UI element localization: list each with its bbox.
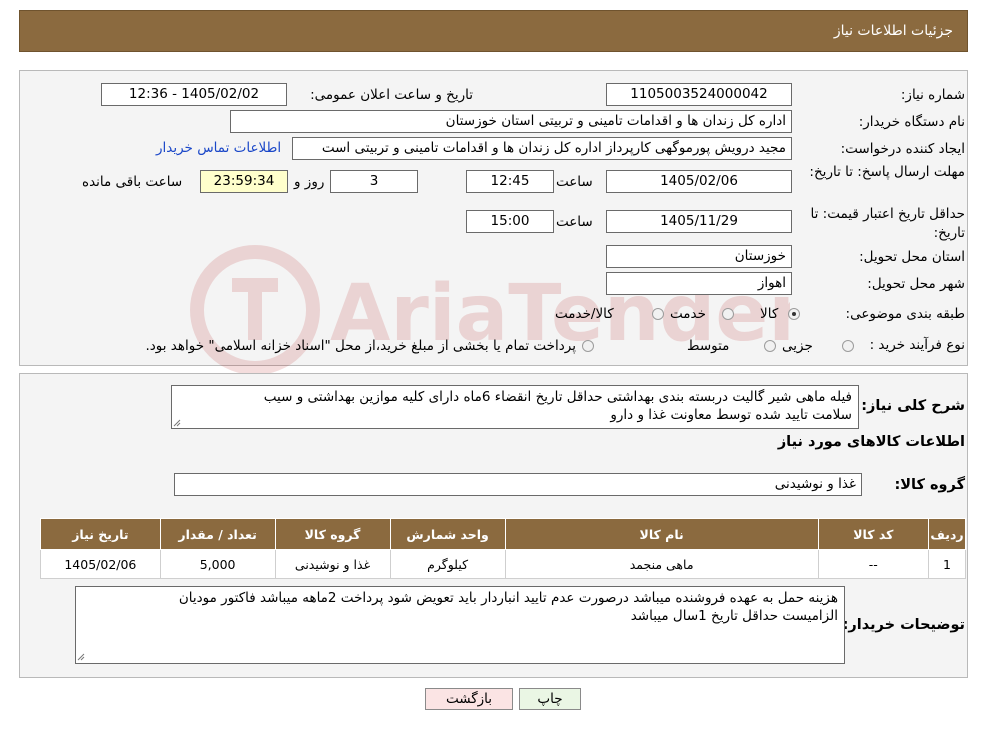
purchase-type-radio-minor[interactable] (842, 340, 854, 352)
col-unit: واحد شمارش (389, 518, 506, 550)
purchase-type-label: نوع فرآیند خرید : (869, 337, 965, 353)
price-validity-time-field: 15:00 (466, 210, 554, 233)
requester-field: مجید درویش پورموگهی کارپرداز اداره کل زن… (292, 137, 792, 160)
cell-group: غذا و نوشیدنی (274, 549, 391, 579)
description-line-1: فیله ماهی شیر گالیت دربسته بندی بهداشتی … (263, 389, 852, 405)
col-name: نام کالا (504, 518, 819, 550)
items-table: ردیف کد کالا نام کالا واحد شمارش گروه کا… (40, 518, 966, 579)
buyer-org-label: نام دستگاه خریدار: (858, 114, 965, 130)
items-section-title: اطلاعات کالاهای مورد نیاز (777, 434, 965, 450)
category-radio-goods-service[interactable] (652, 308, 664, 320)
description-label: شرح کلی نیاز: (861, 398, 965, 414)
col-row: ردیف (928, 518, 966, 550)
need-number-field: 1105003524000042 (606, 83, 792, 106)
buyer-contact-link[interactable]: اطلاعات تماس خریدار (156, 140, 281, 156)
category-option-service: خدمت (670, 306, 706, 322)
announce-datetime-field: 1405/02/02 - 12:36 (101, 83, 287, 106)
cell-row: 1 (928, 549, 966, 579)
item-group-label: گروه کالا: (894, 477, 965, 493)
buyer-notes-line-1: هزینه حمل به عهده فروشنده میباشد درصورت … (178, 590, 838, 606)
remaining-days-field: 3 (330, 170, 418, 193)
price-validity-time-label: ساعت (556, 214, 593, 230)
purchase-type-radio-medium[interactable] (764, 340, 776, 352)
purchase-type-option-minor: جزیی (782, 338, 813, 354)
category-radio-service[interactable] (722, 308, 734, 320)
resize-grip-icon[interactable] (173, 419, 181, 427)
description-line-2: سلامت تایید شده توسط معاونت غذا و دارو (610, 407, 852, 423)
delivery-city-label: شهر محل تحویل: (867, 276, 965, 292)
cell-unit: کیلوگرم (389, 549, 506, 579)
announce-datetime-label: تاریخ و ساعت اعلان عمومی: (310, 87, 473, 103)
requester-label: ایجاد کننده درخواست: (840, 141, 965, 157)
back-button[interactable]: بازگشت (425, 688, 513, 710)
price-validity-date-field: 1405/11/29 (606, 210, 792, 233)
need-number-label: شماره نیاز: (900, 87, 965, 103)
category-label: طبقه بندی موضوعی: (845, 306, 965, 322)
reply-deadline-time-field: 12:45 (466, 170, 554, 193)
reply-deadline-label: مهلت ارسال پاسخ: تا تاریخ: (809, 164, 965, 180)
remaining-time-field: 23:59:34 (200, 170, 288, 193)
buyer-notes-line-2: الزامیست حداقل تاریخ 1سال میباشد (630, 608, 838, 624)
remaining-days-label: روز و (294, 174, 325, 190)
item-group-field: غذا و نوشیدنی (174, 473, 862, 496)
delivery-province-label: استان محل تحویل: (859, 249, 965, 265)
buyer-org-field: اداره کل زندان ها و اقدامات تامینی و ترب… (230, 110, 792, 133)
buyer-notes-textarea: هزینه حمل به عهده فروشنده میباشد درصورت … (75, 586, 845, 664)
delivery-city-field: اهواز (606, 272, 792, 295)
purchase-type-option-medium: متوسط (687, 338, 730, 354)
page-header: جزئیات اطلاعات نیاز (19, 10, 968, 52)
buyer-notes-label: توضیحات خریدار: (842, 617, 965, 633)
reply-deadline-date-field: 1405/02/06 (606, 170, 792, 193)
col-need-date: تاریخ نیاز (40, 518, 161, 550)
delivery-province-field: خوزستان (606, 245, 792, 268)
price-validity-label: حداقل تاریخ اعتبار قیمت: تا تاریخ: (810, 206, 965, 241)
col-code: کد کالا (817, 518, 930, 550)
purchase-type-radio-treasury[interactable] (582, 340, 594, 352)
category-option-goods: کالا (760, 306, 779, 322)
cell-name: ماهی منجمد (504, 549, 819, 579)
category-option-goods-service: کالا/خدمت (555, 306, 614, 322)
remaining-time-label: ساعت باقی مانده (82, 174, 183, 190)
table-row: 1 -- ماهی منجمد کیلوگرم غذا و نوشیدنی 5,… (40, 549, 966, 579)
cell-code: -- (817, 549, 930, 579)
cell-quantity: 5,000 (159, 549, 276, 579)
purchase-type-note: پرداخت تمام یا بخشی از مبلغ خرید،از محل … (145, 338, 576, 354)
reply-deadline-time-label: ساعت (556, 174, 593, 190)
resize-grip-icon[interactable] (77, 653, 85, 661)
items-table-header: ردیف کد کالا نام کالا واحد شمارش گروه کا… (40, 518, 966, 550)
description-textarea: فیله ماهی شیر گالیت دربسته بندی بهداشتی … (171, 385, 859, 429)
print-button[interactable]: چاپ (519, 688, 581, 710)
page-title: جزئیات اطلاعات نیاز (833, 23, 953, 39)
col-group: گروه کالا (274, 518, 391, 550)
category-radio-goods[interactable] (788, 308, 800, 320)
col-quantity: تعداد / مقدار (159, 518, 276, 550)
cell-need-date: 1405/02/06 (40, 549, 161, 579)
